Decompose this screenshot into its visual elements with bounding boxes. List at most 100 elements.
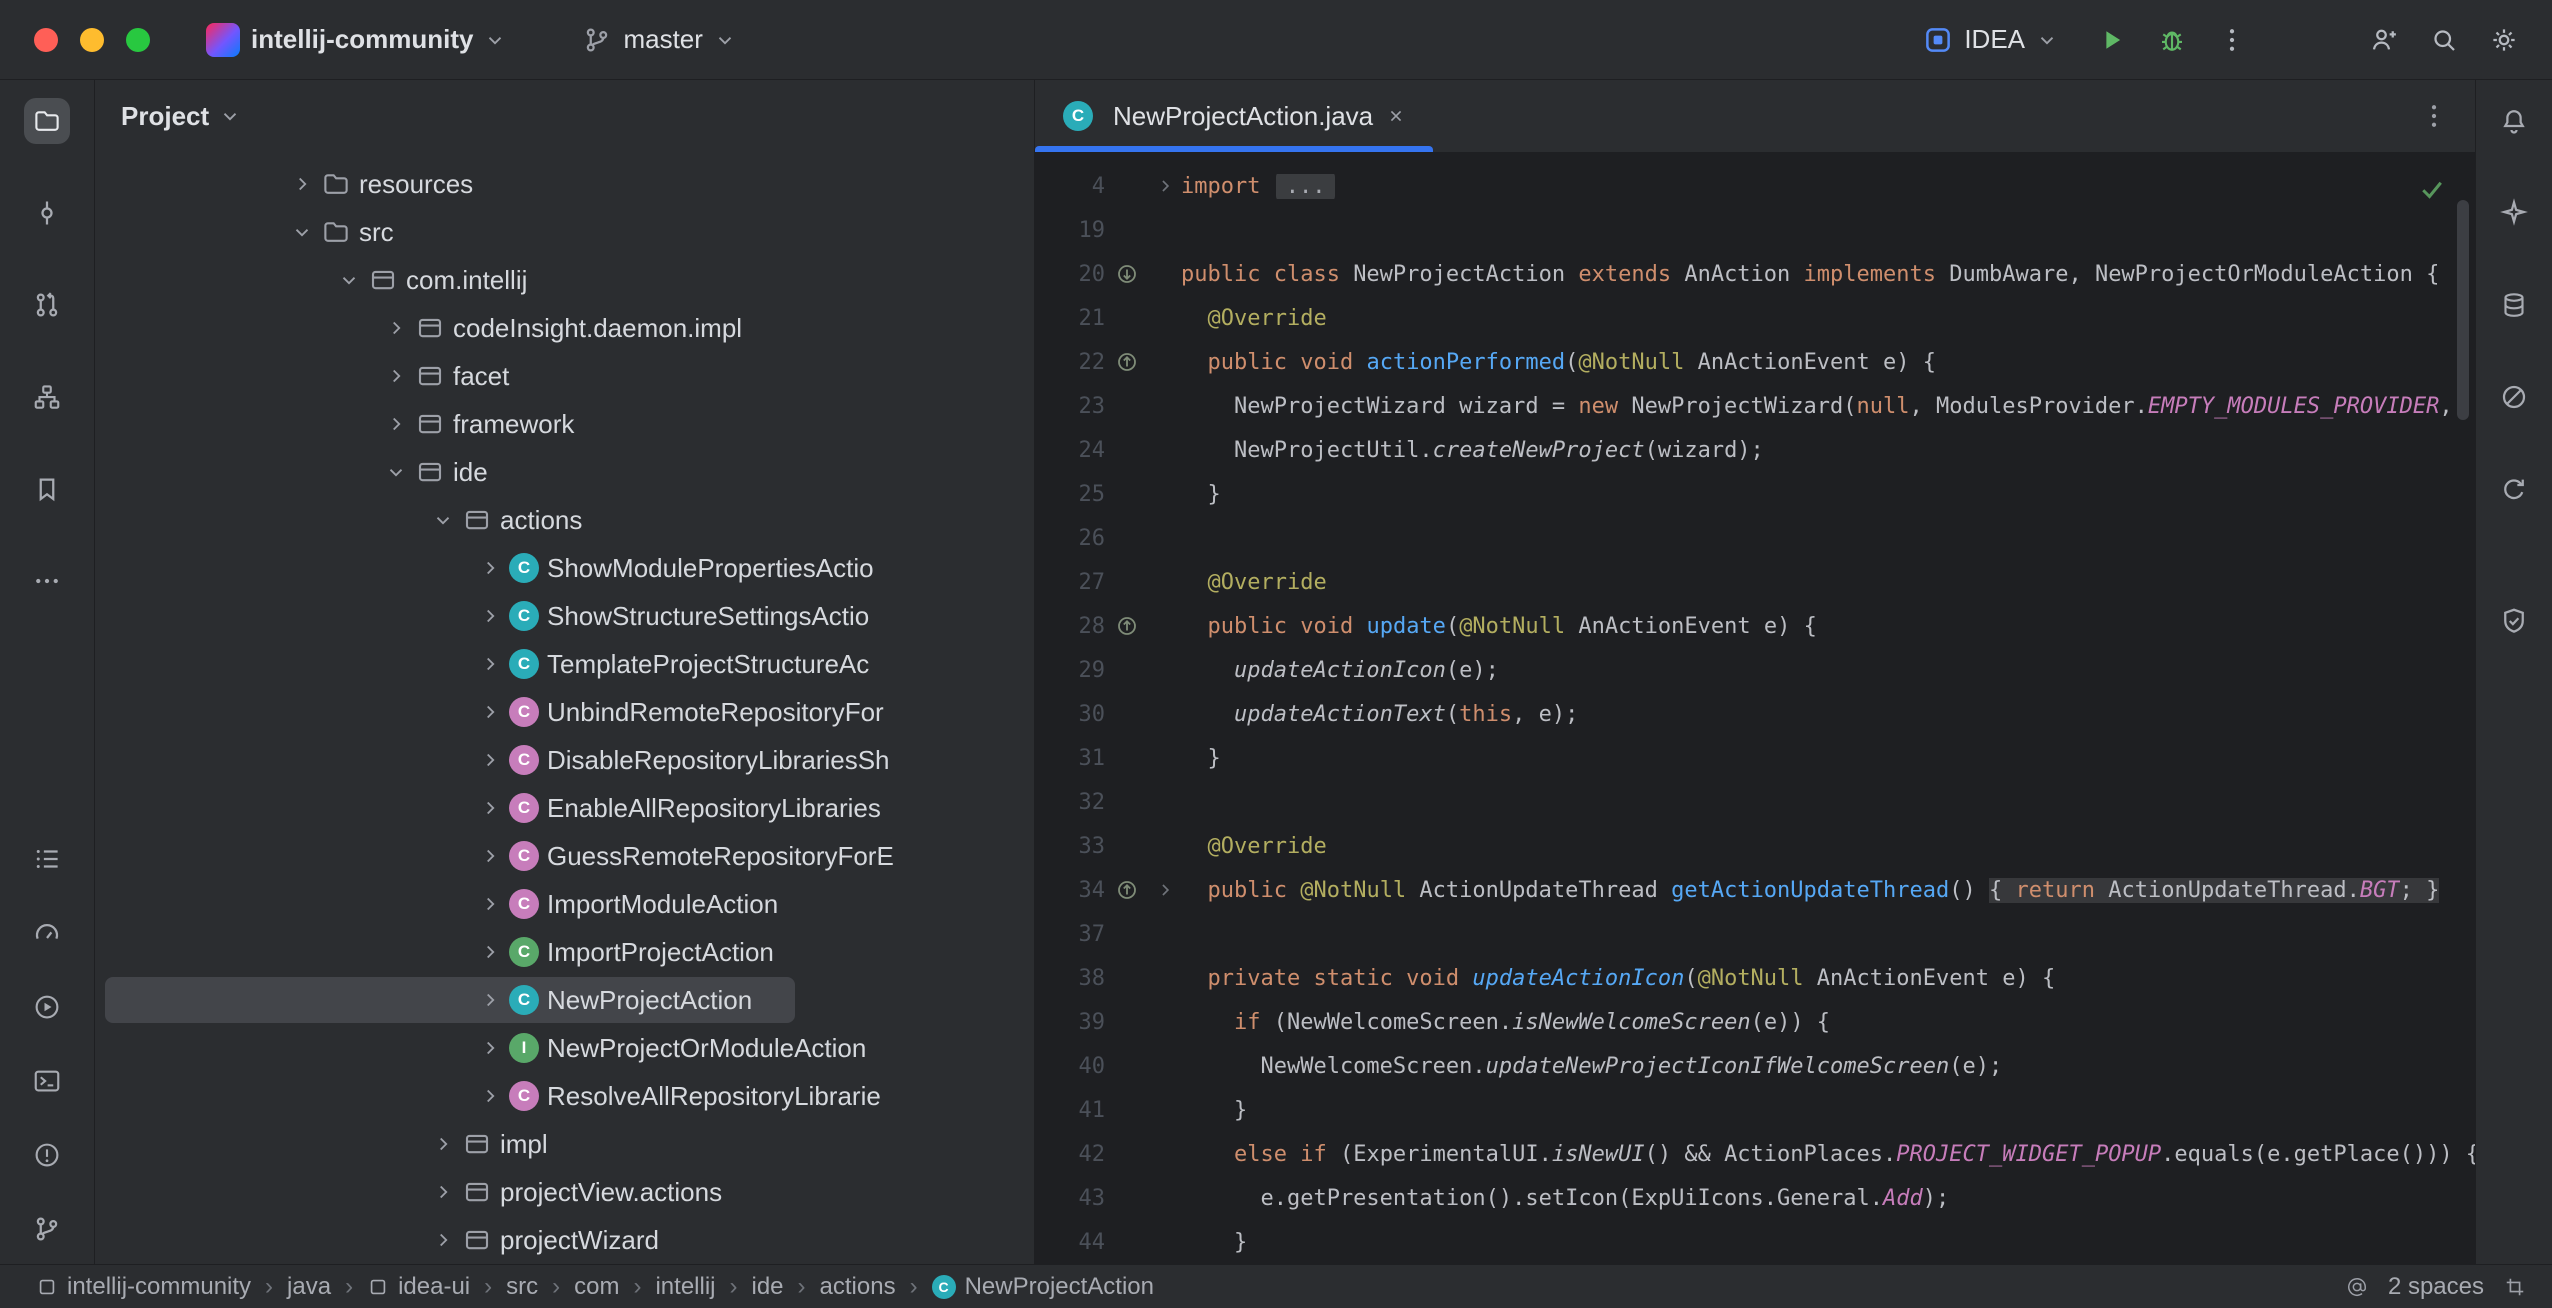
tree-item[interactable]: src bbox=[95, 208, 1034, 256]
tree-item[interactable]: CShowStructureSettingsActio bbox=[95, 592, 1034, 640]
overrides-icon[interactable] bbox=[1115, 614, 1139, 638]
chevron-down-icon[interactable] bbox=[332, 263, 366, 297]
chevron-right-icon[interactable] bbox=[473, 695, 507, 729]
breadcrumb-item[interactable]: idea-ui bbox=[367, 1273, 470, 1301]
pull-requests-button[interactable] bbox=[24, 282, 70, 328]
debug-button[interactable] bbox=[2150, 18, 2194, 62]
structure-button[interactable] bbox=[24, 374, 70, 420]
chevron-right-icon[interactable] bbox=[473, 551, 507, 585]
tree-item[interactable]: CDisableRepositoryLibrariesSh bbox=[95, 736, 1034, 784]
chevron-right-icon[interactable] bbox=[473, 935, 507, 969]
ai-assistant-button[interactable] bbox=[2491, 190, 2537, 236]
tree-item[interactable]: CResolveAllRepositoryLibrarie bbox=[95, 1072, 1034, 1120]
database-button[interactable] bbox=[2491, 282, 2537, 328]
chevron-right-icon[interactable] bbox=[379, 407, 413, 441]
inspections-status[interactable] bbox=[2417, 174, 2447, 210]
build-button[interactable] bbox=[2491, 466, 2537, 512]
notifications-button[interactable] bbox=[2491, 98, 2537, 144]
tree-item[interactable]: codeInsight.daemon.impl bbox=[95, 304, 1034, 352]
editor-scrollbar[interactable] bbox=[2457, 200, 2469, 420]
fold-toggle[interactable] bbox=[1149, 176, 1181, 196]
chevron-right-icon[interactable] bbox=[379, 359, 413, 393]
breadcrumb-item[interactable]: src bbox=[506, 1273, 538, 1301]
breadcrumb-item[interactable]: com bbox=[574, 1273, 619, 1301]
chevron-right-icon[interactable] bbox=[473, 1079, 507, 1113]
chevron-down-icon[interactable] bbox=[285, 215, 319, 249]
tree-item[interactable]: CImportProjectAction bbox=[95, 928, 1034, 976]
todo-button[interactable] bbox=[24, 836, 70, 882]
services-button[interactable] bbox=[24, 984, 70, 1030]
crop-marks-icon[interactable] bbox=[2504, 1276, 2526, 1298]
window-minimize-button[interactable] bbox=[80, 28, 104, 52]
chevron-right-icon[interactable] bbox=[473, 1031, 507, 1065]
bookmarks-button[interactable] bbox=[24, 466, 70, 512]
tree-item[interactable]: CUnbindRemoteRepositoryFor bbox=[95, 688, 1034, 736]
project-panel-header[interactable]: Project bbox=[95, 80, 1034, 152]
version-control-button[interactable] bbox=[24, 1206, 70, 1252]
tree-item[interactable]: INewProjectOrModuleAction bbox=[95, 1024, 1034, 1072]
commit-button[interactable] bbox=[24, 190, 70, 236]
tree-item[interactable]: projectWizard bbox=[95, 1216, 1034, 1264]
overrides-icon[interactable] bbox=[1115, 350, 1139, 374]
tree-item[interactable]: CGuessRemoteRepositoryForE bbox=[95, 832, 1034, 880]
breadcrumb-item[interactable]: actions bbox=[820, 1273, 896, 1301]
chevron-right-icon[interactable] bbox=[473, 791, 507, 825]
tree-item[interactable]: projectView.actions bbox=[95, 1168, 1034, 1216]
breadcrumb-item[interactable]: java bbox=[287, 1273, 331, 1301]
chevron-right-icon[interactable] bbox=[426, 1127, 460, 1161]
chevron-right-icon[interactable] bbox=[473, 839, 507, 873]
problems-button[interactable] bbox=[24, 1132, 70, 1178]
close-icon[interactable] bbox=[1385, 105, 1407, 127]
chevron-right-icon[interactable] bbox=[473, 983, 507, 1017]
chevron-right-icon[interactable] bbox=[426, 1175, 460, 1209]
tab-options-icon[interactable] bbox=[2419, 101, 2449, 131]
at-icon[interactable] bbox=[2346, 1276, 2368, 1298]
code-with-me-button[interactable] bbox=[2362, 18, 2406, 62]
breadcrumb-item[interactable]: ide bbox=[752, 1273, 784, 1301]
window-zoom-button[interactable] bbox=[126, 28, 150, 52]
breadcrumb-item[interactable]: intellij bbox=[655, 1273, 715, 1301]
tree-item[interactable]: resources bbox=[95, 160, 1034, 208]
chevron-right-icon[interactable] bbox=[473, 647, 507, 681]
breadcrumb-item[interactable]: intellij-community bbox=[36, 1273, 251, 1301]
project-button[interactable] bbox=[24, 98, 70, 144]
chevron-right-icon[interactable] bbox=[473, 743, 507, 777]
fold-toggle[interactable] bbox=[1149, 880, 1181, 900]
tree-item[interactable]: CEnableAllRepositoryLibraries bbox=[95, 784, 1034, 832]
tree-item[interactable]: framework bbox=[95, 400, 1034, 448]
branch-widget[interactable]: master bbox=[570, 16, 747, 63]
overrides-icon[interactable] bbox=[1115, 878, 1139, 902]
qodana-button[interactable] bbox=[2491, 598, 2537, 644]
tree-item[interactable]: com.intellij bbox=[95, 256, 1034, 304]
editor-tab[interactable]: C NewProjectAction.java bbox=[1035, 80, 1433, 152]
tree-item[interactable]: ide bbox=[95, 448, 1034, 496]
overridden-icon[interactable] bbox=[1115, 262, 1139, 286]
indent-status[interactable]: 2 spaces bbox=[2388, 1273, 2484, 1301]
chevron-down-icon[interactable] bbox=[379, 455, 413, 489]
chevron-right-icon[interactable] bbox=[426, 1223, 460, 1257]
tree-item[interactable]: actions bbox=[95, 496, 1034, 544]
chevron-right-icon[interactable] bbox=[473, 887, 507, 921]
coverage-button[interactable] bbox=[2491, 374, 2537, 420]
tree-item[interactable]: CTemplateProjectStructureAc bbox=[95, 640, 1034, 688]
tree-item[interactable]: CShowModulePropertiesActio bbox=[95, 544, 1034, 592]
project-widget[interactable]: intellij-community bbox=[194, 15, 518, 65]
profiler-button[interactable] bbox=[24, 910, 70, 956]
search-everywhere-button[interactable] bbox=[2422, 18, 2466, 62]
run-button[interactable] bbox=[2090, 18, 2134, 62]
code-area[interactable]: 4import ...1920public class NewProjectAc… bbox=[1035, 152, 2475, 1264]
run-configuration-widget[interactable]: IDEA bbox=[1911, 16, 2070, 63]
breadcrumb-item[interactable]: CNewProjectAction bbox=[932, 1273, 1154, 1301]
tree-item[interactable]: CNewProjectAction bbox=[95, 976, 1034, 1024]
window-close-button[interactable] bbox=[34, 28, 58, 52]
chevron-down-icon[interactable] bbox=[426, 503, 460, 537]
tree-item[interactable]: impl bbox=[95, 1120, 1034, 1168]
tree-item[interactable]: CImportModuleAction bbox=[95, 880, 1034, 928]
more-tools-button[interactable] bbox=[24, 558, 70, 604]
tree-item[interactable]: facet bbox=[95, 352, 1034, 400]
more-actions-button[interactable] bbox=[2210, 18, 2254, 62]
terminal-button[interactable] bbox=[24, 1058, 70, 1104]
settings-button[interactable] bbox=[2482, 18, 2526, 62]
chevron-right-icon[interactable] bbox=[379, 311, 413, 345]
chevron-right-icon[interactable] bbox=[473, 599, 507, 633]
